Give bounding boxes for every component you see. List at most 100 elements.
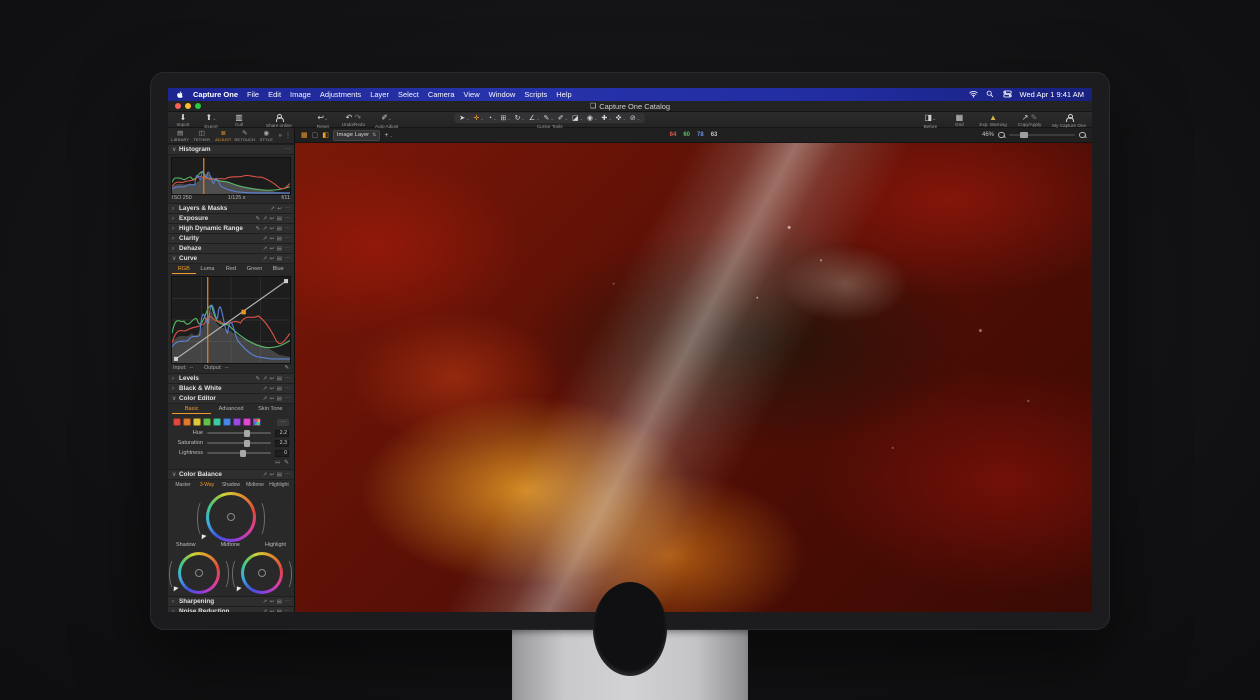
exposure-warning-button[interactable]: ▲ Exp. Warning (979, 113, 1006, 129)
panel-high-dynamic-range[interactable]: ›High Dynamic Range✎↗↩▤⋯ (168, 223, 294, 233)
copy-icon[interactable]: ↗ (263, 386, 268, 392)
more-icon[interactable]: ⋯ (285, 386, 291, 392)
loupe-tool[interactable]: ◔⌄ (487, 114, 498, 122)
export-button[interactable]: ⬆⌄ Export (202, 113, 220, 129)
menu-camera[interactable]: Camera (428, 90, 455, 99)
reset-icon[interactable]: ↩ (270, 599, 275, 605)
more-icon[interactable]: ⋯ (285, 376, 291, 382)
erase-mask-tool[interactable]: ✐⌄ (557, 114, 569, 122)
menu-adjustments[interactable]: Adjustments (320, 90, 361, 99)
color-swatch-6[interactable] (223, 418, 231, 426)
my-capture-one-button[interactable]: My Capture One (1052, 113, 1086, 129)
undo-redo-button[interactable]: ↶ ↷ Undo/Redo (342, 113, 365, 127)
panel-clarity[interactable]: ›Clarity↗↩▤⋯ (168, 233, 294, 243)
curve-picker-icon[interactable]: ✎ (284, 365, 289, 371)
menu-edit[interactable]: Edit (268, 90, 281, 99)
menu-layer[interactable]: Layer (370, 90, 389, 99)
preset-icon[interactable]: ▤ (277, 236, 282, 242)
select-tool[interactable]: ➤⌄ (458, 114, 470, 122)
copy-icon[interactable]: ↗ (263, 246, 268, 252)
copy-icon[interactable]: ↗ (263, 256, 268, 262)
tool-tab-style[interactable]: ◉STYLE (256, 130, 277, 142)
color-range-icon[interactable]: ∺ (275, 459, 280, 466)
color-swatch-8[interactable] (243, 418, 251, 426)
color-picker-icon[interactable]: ✎ (284, 459, 289, 466)
panel-histogram-header[interactable]: ∨ Histogram ⋯ (168, 144, 294, 154)
saturation-slider-handle[interactable] (244, 440, 250, 447)
reset-icon[interactable]: ↩ (270, 376, 275, 382)
copy-apply-button[interactable]: ↗ ✎ Copy/Apply (1018, 113, 1042, 129)
menubar-clock[interactable]: Wed Apr 1 9:41 AM (1020, 90, 1084, 99)
tab-luma[interactable]: Luma (196, 266, 220, 274)
highlight-color-wheel[interactable] (241, 552, 283, 594)
saturation-slider-track[interactable] (207, 442, 271, 444)
tab-shadow[interactable]: Shadow (219, 482, 243, 488)
copy-icon[interactable]: ↗ (263, 599, 268, 605)
zoom-slider[interactable] (1009, 134, 1075, 137)
menu-view[interactable]: View (464, 90, 480, 99)
menu-image[interactable]: Image (290, 90, 311, 99)
tab-skin-tone[interactable]: Skin Tone (251, 406, 290, 414)
crop-tool[interactable]: ⊞⌄ (499, 114, 511, 122)
copy-icon[interactable]: ↗ (263, 226, 268, 232)
more-icon[interactable]: ⋯ (285, 472, 291, 478)
clone-tool[interactable]: ✜⌄ (615, 114, 627, 122)
grid-button[interactable]: ▦ Grid (950, 113, 968, 129)
pick-icon[interactable]: ✎ (255, 226, 260, 232)
more-icon[interactable]: ⋯ (285, 609, 291, 613)
rotate-tool[interactable]: ↻⌄ (514, 114, 526, 122)
zoom-in-loupe-icon[interactable] (1079, 132, 1086, 139)
wheel-center-handle[interactable] (195, 569, 203, 577)
spotlight-search-icon[interactable] (986, 90, 995, 99)
reset-icon[interactable]: ↩ (270, 226, 275, 232)
more-icon[interactable]: ⋯ (285, 236, 291, 242)
panel-sharpening[interactable]: ›Sharpening↗↩▤⋯ (168, 596, 294, 606)
copy-icon[interactable]: ↗ (263, 609, 268, 613)
share-online-button[interactable]: Share online (266, 113, 292, 128)
tool-tab-tether[interactable]: ◫TETHER (192, 130, 213, 142)
reset-button[interactable]: ↩⌄ Reset (314, 113, 332, 129)
tabs-overflow-icon[interactable]: » (278, 133, 283, 139)
linear-gradient-mask-tool[interactable]: ◪⌄ (571, 114, 584, 122)
zoom-out-loupe-icon[interactable] (998, 132, 1005, 139)
color-swatch-2[interactable] (183, 418, 191, 426)
tool-tab-adjust[interactable]: ≣ADJUST (213, 130, 234, 142)
reset-icon[interactable]: ↩ (270, 236, 275, 242)
tab-midtone[interactable]: Midtone (243, 482, 267, 488)
layer-select[interactable]: Image Layer ⇅ (333, 130, 380, 141)
swatch-more-button[interactable]: ⋯ (277, 419, 289, 426)
preset-icon[interactable]: ▤ (277, 609, 282, 613)
preset-icon[interactable]: ▤ (277, 376, 282, 382)
wifi-icon[interactable] (969, 90, 978, 99)
preset-icon[interactable]: ▤ (277, 472, 282, 478)
preset-icon[interactable]: ▤ (277, 226, 282, 232)
curve-graph[interactable] (171, 276, 291, 364)
heal-tool[interactable]: ✚⌄ (600, 114, 612, 122)
reset-icon[interactable]: ↩ (270, 396, 275, 402)
reset-icon[interactable]: ↩ (277, 206, 282, 212)
reset-icon[interactable]: ↩ (270, 256, 275, 262)
menu-scripts[interactable]: Scripts (524, 90, 547, 99)
panel-levels[interactable]: ›Levels✎↗↩▤⋯ (168, 373, 294, 383)
reset-icon[interactable]: ↩ (270, 472, 275, 478)
color-swatch-1[interactable] (173, 418, 181, 426)
menu-file[interactable]: File (247, 90, 259, 99)
more-icon[interactable]: ⋯ (285, 226, 291, 232)
color-swatch-3[interactable] (193, 418, 201, 426)
import-button[interactable]: ⬇ Import (174, 113, 192, 127)
before-after-button[interactable]: ◨⌄ Before (921, 113, 939, 129)
more-icon[interactable]: ⋯ (285, 599, 291, 605)
tab-blue[interactable]: Blue (266, 266, 290, 274)
multi-view-icon[interactable]: ▦ (301, 131, 308, 139)
draw-mask-tool[interactable]: ✎⌄ (542, 114, 554, 122)
midtone-color-wheel[interactable] (206, 492, 256, 542)
copy-icon[interactable]: ↗ (263, 376, 268, 382)
tool-tab-retouch[interactable]: ✎RETOUCH (235, 130, 256, 142)
color-swatch-9[interactable] (253, 418, 261, 426)
preset-icon[interactable]: ▤ (277, 246, 282, 252)
hue-slider-track[interactable] (207, 432, 271, 434)
close-window-button[interactable] (175, 103, 181, 109)
panel-color-balance-header[interactable]: ∨ Color Balance ↗↩▤⋯ (168, 469, 294, 479)
app-menu-title[interactable]: Capture One (193, 90, 238, 99)
more-icon[interactable]: ⋯ (285, 396, 291, 402)
